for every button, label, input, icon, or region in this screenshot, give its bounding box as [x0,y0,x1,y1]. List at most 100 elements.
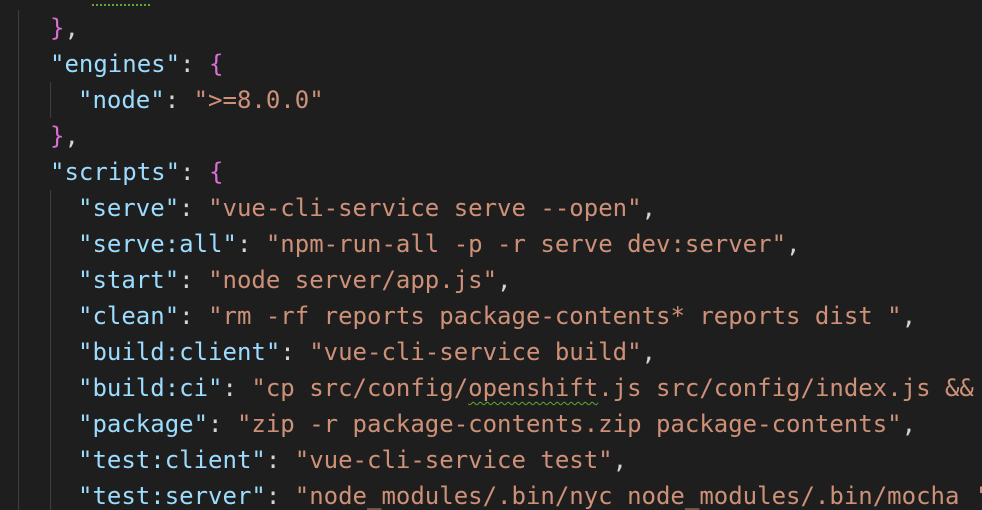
spelling-squiggle [92,0,150,6]
code-area[interactable]: }, "engines": { "node": ">=8.0.0" }, "sc… [0,10,982,510]
line-content: "test:server": "node_modules/.bin/nyc no… [78,478,982,510]
open-brace: { [208,158,224,186]
json-key: "clean" [78,302,180,330]
indent-guide [18,10,19,46]
line-content: }, [50,118,79,154]
line-content: "build:ci": "cp src/config/openshift.js … [78,370,974,406]
json-key: "node" [78,86,165,114]
comma: , [641,338,656,366]
indent-guide [18,478,19,510]
code-line: }, [0,118,982,154]
comma: , [612,446,628,474]
colon: : [280,338,310,366]
indent-guide [18,262,19,298]
indent-guide [50,334,51,370]
code-line: "package": "zip -r package-contents.zip … [0,406,982,442]
code-editor[interactable]: }, "engines": { "node": ">=8.0.0" }, "sc… [0,0,982,510]
line-content: "clean": "rm -rf reports package-content… [78,298,916,334]
line-content: "engines": { [50,46,223,82]
colon: : [180,158,209,186]
json-key: "test:client" [78,446,266,474]
indent-guide [50,442,51,478]
json-key: "serve" [78,194,180,222]
json-value-end: .js src/config/index.js && [598,374,974,402]
json-value: "npm-run-all -p -r serve dev:server" [265,230,787,258]
comma: , [64,122,79,150]
line-content: "serve": "vue-cli-service serve --open", [78,190,656,226]
spell-check-word[interactable]: openshift [468,374,598,402]
colon: : [265,482,295,510]
code-line: "node": ">=8.0.0" [0,82,982,118]
line-content: "node": ">=8.0.0" [78,82,324,118]
open-brace: { [208,50,224,78]
code-line: "start": "node server/app.js", [0,262,982,298]
json-key: "start" [78,266,180,294]
indent-guide [18,442,19,478]
indent-guide [18,154,19,190]
indent-guide [18,406,19,442]
comma: , [64,14,79,42]
comma: , [901,410,917,438]
code-line: "serve:all": "npm-run-all -p -r serve de… [0,226,982,262]
indent-guide [50,262,51,298]
indent-guide [50,478,51,510]
colon: : [236,230,266,258]
json-key: "build:ci" [78,374,223,402]
json-key: "build:client" [78,338,281,366]
indent-guide [50,226,51,262]
colon: : [164,86,194,114]
indent-guide [50,190,51,226]
line-content: }, [50,10,79,46]
indent-guide [18,298,19,334]
json-key: "scripts" [50,158,181,186]
code-line: }, [0,10,982,46]
code-line: "clean": "rm -rf reports package-content… [0,298,982,334]
indent-guide [18,82,19,118]
json-key: "engines" [50,50,181,78]
json-value: "rm -rf reports package-contents* report… [208,302,902,330]
line-content: "package": "zip -r package-contents.zip … [78,406,916,442]
json-value: "vue-cli-service test" [294,446,613,474]
close-brace: } [50,14,65,42]
colon: : [179,266,209,294]
indent-guide [18,334,19,370]
line-content: "build:client": "vue-cli-service build", [78,334,656,370]
json-key: "serve:all" [78,230,237,258]
code-line: "test:server": "node_modules/.bin/nyc no… [0,478,982,510]
json-value-start: "cp src/config/ [251,374,469,402]
indent-guide [18,46,19,82]
indent-guide [18,370,19,406]
colon: : [179,302,209,330]
close-brace: } [50,122,65,150]
json-value: "node server/app.js" [208,266,498,294]
json-value: ">=8.0.0" [193,86,324,114]
line-content: "test:client": "vue-cli-service test", [78,442,627,478]
comma: , [786,230,801,258]
json-value: "node_modules/.bin/nyc node_modules/.bin… [294,482,982,510]
indent-guide [50,406,51,442]
indent-guide [18,118,19,154]
colon: : [222,374,252,402]
colon: : [179,194,209,222]
json-key: "package" [78,410,209,438]
json-value: "vue-cli-service serve --open" [208,194,642,222]
json-value: "zip -r package-contents.zip package-con… [236,410,902,438]
code-line: "test:client": "vue-cli-service test", [0,442,982,478]
indent-guide [50,298,51,334]
indent-guide [18,226,19,262]
line-content: "scripts": { [50,154,223,190]
colon: : [208,410,237,438]
colon: : [180,50,209,78]
code-line: "engines": { [0,46,982,82]
code-line: "serve": "vue-cli-service serve --open", [0,190,982,226]
json-key: "test:server" [78,482,266,510]
json-value: "vue-cli-service build" [309,338,642,366]
comma: , [641,194,656,222]
comma: , [901,302,917,330]
line-content: "serve:all": "npm-run-all -p -r serve de… [78,226,800,262]
indent-guide [50,370,51,406]
line-content: "start": "node server/app.js", [78,262,512,298]
colon: : [265,446,295,474]
code-line: "build:client": "vue-cli-service build", [0,334,982,370]
code-line: "build:ci": "cp src/config/openshift.js … [0,370,982,406]
